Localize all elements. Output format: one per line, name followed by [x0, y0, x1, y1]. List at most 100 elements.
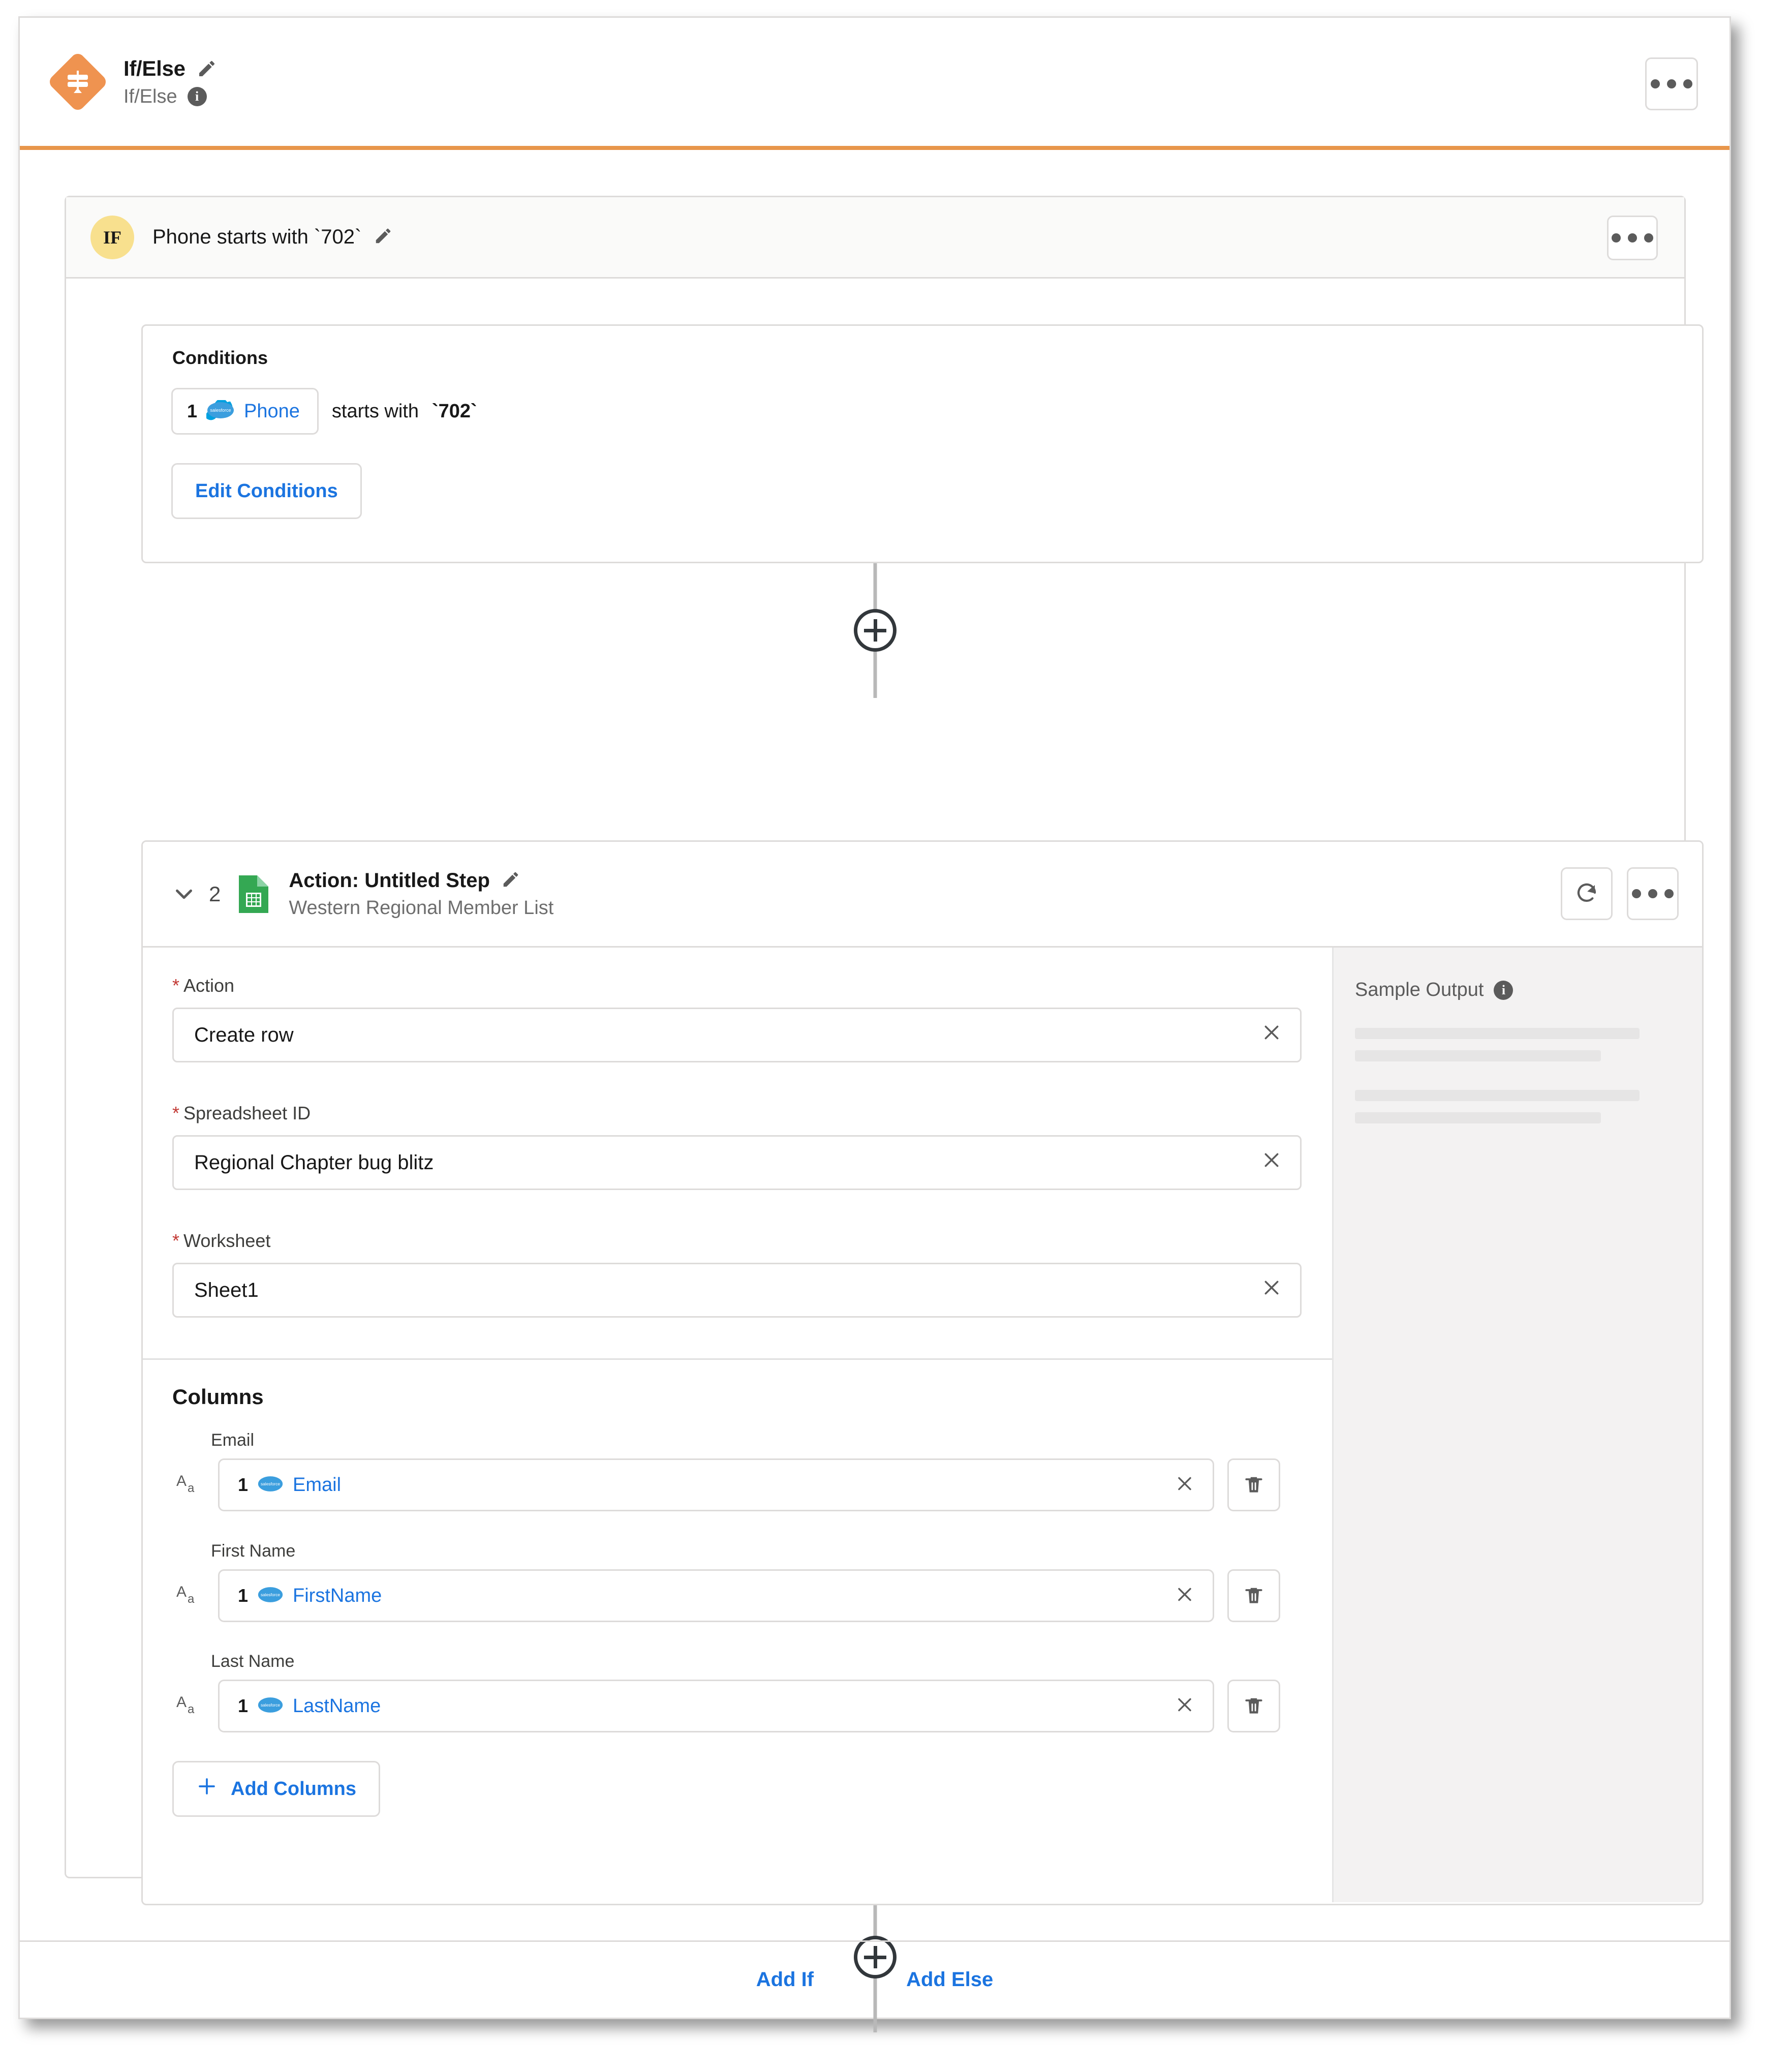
- worksheet-value: Sheet1: [194, 1278, 259, 1301]
- add-if-button[interactable]: Add If: [756, 1968, 814, 1991]
- close-icon[interactable]: [1261, 1277, 1282, 1303]
- svg-text:salesforce: salesforce: [210, 408, 231, 413]
- column-token-name: LastName: [293, 1695, 381, 1717]
- form-section-divider: [143, 1358, 1332, 1360]
- token-index: 1: [187, 401, 198, 421]
- action-edit-pencil-icon[interactable]: [501, 870, 520, 892]
- column-token-name: Email: [293, 1474, 342, 1496]
- column-item-last-name: Last Name A a 1 salesforce LastName: [172, 1652, 1302, 1732]
- kebab-dot: [1651, 79, 1660, 88]
- trash-icon: [1245, 1588, 1262, 1603]
- svg-text:A: A: [176, 1584, 187, 1600]
- kebab-dot: [1667, 79, 1676, 88]
- close-icon[interactable]: [1261, 1150, 1282, 1175]
- panel-footer: Add If Add Else: [20, 1940, 1729, 2018]
- kebab-dot: [1664, 889, 1674, 898]
- conditions-heading: Conditions: [172, 347, 268, 368]
- refresh-icon: [1577, 883, 1596, 902]
- close-icon[interactable]: [1175, 1585, 1194, 1607]
- chevron-down-icon[interactable]: [166, 876, 202, 912]
- svg-text:A: A: [176, 1694, 187, 1711]
- if-else-diamond-icon: [47, 51, 109, 113]
- action-step-subtitle: Western Regional Member List: [289, 897, 554, 919]
- if-badge: IF: [90, 215, 134, 259]
- spreadsheet-id-input[interactable]: Regional Chapter bug blitz: [172, 1135, 1302, 1190]
- svg-text:salesforce: salesforce: [261, 1702, 280, 1707]
- step-number: 2: [209, 881, 221, 906]
- svg-text:a: a: [188, 1702, 195, 1716]
- if-else-step-panel: If/Else If/Else i IF Phone starts with `: [18, 16, 1731, 2032]
- salesforce-cloud-icon: salesforce: [204, 398, 235, 423]
- kebab-dot: [1612, 233, 1621, 242]
- branch-edit-pencil-icon[interactable]: [374, 226, 393, 248]
- action-header-buttons: [1561, 867, 1679, 920]
- conditions-panel: Conditions 1 salesforce Phone starts wit…: [141, 324, 1704, 563]
- close-icon[interactable]: [1175, 1695, 1194, 1717]
- action-field-block: * Action Create row: [172, 975, 1302, 1062]
- info-icon[interactable]: i: [1494, 980, 1513, 1000]
- required-asterisk: *: [172, 975, 180, 996]
- column-label: Email: [211, 1430, 255, 1450]
- text-type-icon: A a: [172, 1471, 205, 1499]
- worksheet-field-block: * Worksheet Sheet1: [172, 1230, 1302, 1318]
- refresh-button[interactable]: [1561, 867, 1613, 920]
- sample-output-header: Sample Output i: [1355, 979, 1513, 1001]
- pencil-icon[interactable]: [197, 58, 217, 79]
- close-icon[interactable]: [1261, 1022, 1282, 1048]
- kebab-dot: [1632, 889, 1641, 898]
- kebab-dot: [1628, 233, 1637, 242]
- condition-field-token[interactable]: 1 salesforce Phone: [171, 388, 319, 435]
- page-title: If/Else: [123, 56, 186, 80]
- delete-column-button[interactable]: [1227, 1569, 1280, 1622]
- info-icon[interactable]: i: [187, 87, 207, 106]
- add-columns-button[interactable]: Add Columns: [172, 1761, 380, 1817]
- token-index: 1: [238, 1474, 249, 1495]
- required-asterisk: *: [172, 1103, 180, 1123]
- skeleton-bar: [1355, 1050, 1601, 1061]
- action-field-value: Create row: [194, 1023, 294, 1046]
- action-step-title: Action: Untitled Step: [289, 869, 490, 892]
- action-kebab-menu-button[interactable]: [1627, 867, 1679, 920]
- skeleton-bar: [1355, 1090, 1640, 1101]
- token-index: 1: [238, 1585, 249, 1606]
- kebab-dot: [1648, 889, 1657, 898]
- column-label: First Name: [211, 1541, 296, 1561]
- close-icon[interactable]: [1175, 1474, 1194, 1496]
- header-texts: If/Else If/Else i: [123, 56, 217, 108]
- add-columns-label: Add Columns: [231, 1778, 356, 1800]
- spreadsheet-id-field-label: * Spreadsheet ID: [172, 1103, 311, 1123]
- worksheet-input[interactable]: Sheet1: [172, 1263, 1302, 1318]
- delete-column-button[interactable]: [1227, 1680, 1280, 1732]
- required-asterisk: *: [172, 1230, 180, 1251]
- edit-conditions-button[interactable]: Edit Conditions: [171, 463, 362, 519]
- connector-top: [66, 563, 1684, 698]
- delete-column-button[interactable]: [1227, 1458, 1280, 1511]
- add-else-button[interactable]: Add Else: [906, 1968, 993, 1991]
- column-value-input[interactable]: 1 salesforce LastName: [218, 1680, 1214, 1732]
- column-value-input[interactable]: 1 salesforce Email: [218, 1458, 1214, 1511]
- text-type-icon: A a: [172, 1581, 205, 1610]
- condition-row: 1 salesforce Phone starts with `702`: [171, 388, 477, 435]
- header-kebab-menu-button[interactable]: [1645, 57, 1698, 110]
- branch-title-bar: IF Phone starts with `702`: [66, 197, 1684, 279]
- if-branch-card: IF Phone starts with `702` Conditions 1: [65, 196, 1704, 2032]
- plus-icon: [196, 1776, 218, 1802]
- spreadsheet-id-value: Regional Chapter bug blitz: [194, 1151, 434, 1174]
- sample-output-panel: Sample Output i: [1332, 948, 1702, 1902]
- svg-text:a: a: [188, 1481, 195, 1495]
- condition-operator: starts with: [331, 400, 419, 422]
- svg-text:salesforce: salesforce: [261, 1592, 280, 1597]
- salesforce-cloud-icon: salesforce: [257, 1695, 284, 1717]
- add-step-button-top[interactable]: [854, 609, 897, 652]
- svg-text:a: a: [188, 1592, 195, 1606]
- branch-kebab-menu-button[interactable]: [1607, 216, 1658, 260]
- svg-text:A: A: [176, 1473, 187, 1489]
- worksheet-field-label: * Worksheet: [172, 1230, 271, 1251]
- action-field-label: * Action: [172, 975, 235, 996]
- skeleton-bar: [1355, 1028, 1640, 1039]
- spreadsheet-id-field-block: * Spreadsheet ID Regional Chapter bug bl…: [172, 1103, 1302, 1190]
- skeleton-bar: [1355, 1112, 1601, 1123]
- step-header: If/Else If/Else i: [20, 18, 1729, 150]
- column-value-input[interactable]: 1 salesforce FirstName: [218, 1569, 1214, 1622]
- action-select-input[interactable]: Create row: [172, 1008, 1302, 1062]
